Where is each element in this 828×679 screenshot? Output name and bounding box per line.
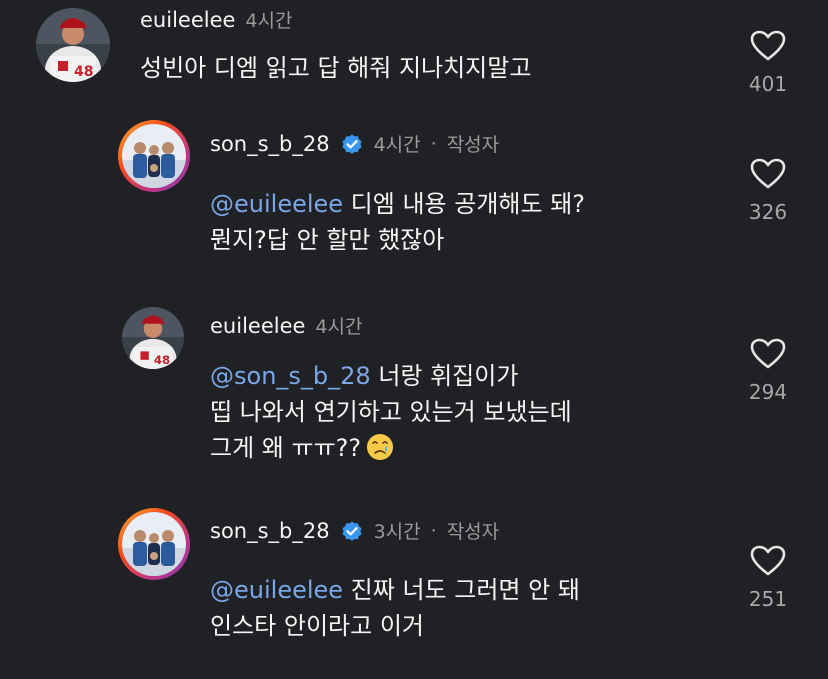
username[interactable]: euileelee: [140, 8, 235, 32]
timestamp: 4시간: [315, 316, 363, 338]
comment-line: 그게 왜 ㅠㅠ??: [210, 430, 572, 466]
avatar-son_s_b_28[interactable]: [118, 508, 190, 580]
author-tag: 작성자: [446, 134, 500, 156]
like-count: 294: [748, 380, 788, 404]
username[interactable]: son_s_b_28: [210, 519, 330, 543]
comment-header: euileelee 4시간: [210, 312, 362, 339]
comment-line: 띱 나와서 연기하고 있는거 보냈는데: [210, 398, 572, 426]
comment-line: @son_s_b_28 너랑 휘집이가: [210, 362, 519, 390]
comment-line: 인스타 안이라고 이거: [210, 612, 424, 640]
svg-text:48: 48: [74, 64, 93, 80]
separator-dot: ·: [430, 132, 437, 155]
heart-outline-icon[interactable]: [750, 545, 786, 577]
like-count: 251: [748, 587, 788, 611]
like-button[interactable]: 251: [738, 545, 798, 611]
heart-outline-icon[interactable]: [750, 30, 786, 62]
verified-badge-icon: [342, 521, 362, 541]
avatar-euileelee[interactable]: 48: [122, 307, 184, 369]
comment-line: 뭔지?답 안 할만 했잖아: [210, 226, 445, 254]
verified-badge-icon: [342, 134, 362, 154]
comment-text: @euileelee 진짜 너도 그러면 안 돼 인스타 안이라고 이거: [210, 572, 580, 644]
heart-outline-icon[interactable]: [750, 158, 786, 190]
avatar-son_s_b_28[interactable]: [118, 120, 190, 192]
comment-line: 성빈아 디엠 읽고 답 해줘 지나치지말고: [140, 54, 532, 82]
comment-header: euileelee 4시간: [140, 6, 292, 33]
username[interactable]: euileelee: [210, 314, 305, 338]
avatar-euileelee[interactable]: 48: [36, 8, 110, 82]
comment-text: @euileelee 디엠 내용 공개해도 돼? 뭔지?답 안 할만 했잖아: [210, 186, 585, 258]
comment-line: @euileelee 디엠 내용 공개해도 돼?: [210, 190, 586, 218]
crying-face-emoji: [367, 434, 394, 460]
like-button[interactable]: 294: [738, 338, 798, 404]
like-count: 401: [748, 72, 788, 96]
comment-text: 성빈아 디엠 읽고 답 해줘 지나치지말고: [140, 50, 531, 86]
heart-outline-icon[interactable]: [750, 338, 786, 370]
timestamp: 4시간: [245, 10, 293, 32]
mention-link[interactable]: @euileelee: [210, 576, 343, 604]
like-button[interactable]: 326: [738, 158, 798, 224]
comment-header: son_s_b_28 3시간 · 작성자: [210, 517, 499, 544]
username[interactable]: son_s_b_28: [210, 132, 330, 156]
timestamp: 3시간: [373, 521, 421, 543]
mention-link[interactable]: @son_s_b_28: [210, 362, 371, 390]
like-button[interactable]: 401: [738, 30, 798, 96]
svg-text:48: 48: [154, 353, 170, 367]
comment-text: @son_s_b_28 너랑 휘집이가 띱 나와서 연기하고 있는거 보냈는데 …: [210, 358, 572, 466]
separator-dot: ·: [430, 519, 437, 542]
comment-line: @euileelee 진짜 너도 그러면 안 돼: [210, 576, 580, 604]
mention-link[interactable]: @euileelee: [210, 190, 343, 218]
timestamp: 4시간: [373, 134, 421, 156]
comment-header: son_s_b_28 4시간 · 작성자: [210, 130, 499, 157]
like-count: 326: [748, 200, 788, 224]
author-tag: 작성자: [446, 521, 500, 543]
